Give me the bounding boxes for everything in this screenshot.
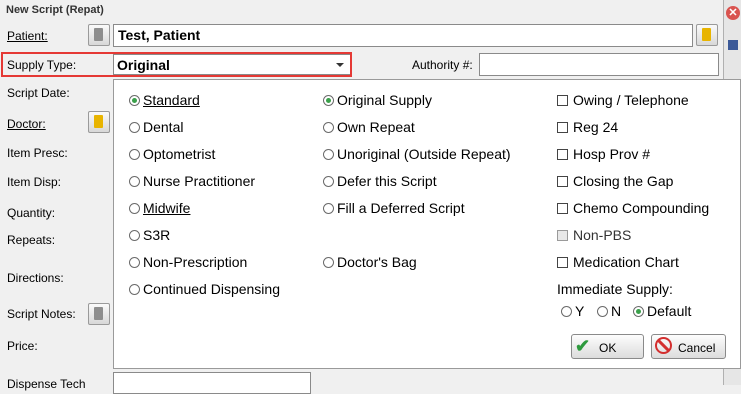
option-continued-dispensing[interactable]: Continued Dispensing <box>129 281 280 297</box>
radio-icon <box>129 203 140 214</box>
radio-icon <box>323 257 334 268</box>
option-nurse-practitioner[interactable]: Nurse Practitioner <box>129 173 255 189</box>
patient-field[interactable]: Test, Patient <box>113 24 693 47</box>
option-midwife[interactable]: Midwife <box>129 200 190 216</box>
check-closing-gap[interactable]: Closing the Gap <box>557 173 673 189</box>
directions-label: Directions: <box>7 271 64 285</box>
option-s3r[interactable]: S3R <box>129 227 170 243</box>
radio-icon <box>597 306 608 317</box>
cancel-button[interactable]: Cancel <box>651 334 726 359</box>
option-doctors-bag[interactable]: Doctor's Bag <box>323 254 417 270</box>
checkbox-icon <box>557 149 568 160</box>
side-marker-icon <box>728 40 738 50</box>
authority-label: Authority #: <box>412 58 473 72</box>
option-fill-deferred[interactable]: Fill a Deferred Script <box>323 200 465 216</box>
checkbox-icon <box>557 122 568 133</box>
item-disp-label: Item Disp: <box>7 175 62 189</box>
patient-alert-button[interactable] <box>696 24 718 46</box>
check-owing-telephone[interactable]: Owing / Telephone <box>557 92 689 108</box>
immediate-supply-default[interactable]: Default <box>633 303 691 319</box>
radio-icon <box>323 122 334 133</box>
checkmark-icon: ✔ <box>575 336 591 356</box>
immediate-supply-n[interactable]: N <box>597 303 621 319</box>
doctor-lookup-button[interactable] <box>88 111 110 133</box>
immediate-supply-y[interactable]: Y <box>561 303 584 319</box>
repeats-label: Repeats: <box>7 233 56 247</box>
doctor-book-icon <box>94 115 103 128</box>
book-icon <box>94 28 103 41</box>
radio-icon <box>129 176 140 187</box>
supply-type-dropdown-panel: Standard Dental Optometrist Nurse Practi… <box>113 79 741 369</box>
check-medication-chart[interactable]: Medication Chart <box>557 254 679 270</box>
radio-icon <box>633 306 644 317</box>
option-non-prescription[interactable]: Non-Prescription <box>129 254 247 270</box>
radio-icon <box>129 257 140 268</box>
script-date-label: Script Date: <box>7 86 70 100</box>
radio-icon <box>323 149 334 160</box>
item-presc-label: Item Presc: <box>7 146 68 160</box>
ok-button[interactable]: ✔ OK <box>571 334 644 359</box>
option-own-repeat[interactable]: Own Repeat <box>323 119 415 135</box>
quantity-label: Quantity: <box>7 206 56 220</box>
check-chemo[interactable]: Chemo Compounding <box>557 200 709 216</box>
radio-icon <box>129 95 140 106</box>
window-title: New Script (Repat) <box>6 4 104 16</box>
option-optometrist[interactable]: Optometrist <box>129 146 215 162</box>
option-defer-script[interactable]: Defer this Script <box>323 173 437 189</box>
dispense-tech-field[interactable] <box>113 372 311 394</box>
dispense-tech-label: Dispense Tech <box>7 377 86 391</box>
notes-icon <box>94 307 103 320</box>
script-notes-label: Script Notes: <box>7 307 76 321</box>
supply-type-highlight <box>1 52 352 77</box>
option-dental[interactable]: Dental <box>129 119 183 135</box>
doctor-label: Doctor: <box>7 117 46 131</box>
radio-icon <box>323 203 334 214</box>
option-unoriginal[interactable]: Unoriginal (Outside Repeat) <box>323 146 511 162</box>
price-label: Price: <box>7 339 38 353</box>
checkbox-icon <box>557 176 568 187</box>
radio-icon <box>323 176 334 187</box>
radio-icon <box>129 284 140 295</box>
script-notes-button[interactable] <box>88 303 110 325</box>
check-hosp-prov[interactable]: Hosp Prov # <box>557 146 650 162</box>
radio-icon <box>323 95 334 106</box>
checkbox-icon <box>557 95 568 106</box>
close-icon[interactable]: ✕ <box>726 6 740 20</box>
option-original-supply[interactable]: Original Supply <box>323 92 432 108</box>
checkbox-icon <box>557 203 568 214</box>
patient-lookup-button[interactable] <box>88 24 110 46</box>
check-non-pbs: Non-PBS <box>557 227 631 243</box>
radio-icon <box>129 230 140 241</box>
patient-label: Patient: <box>7 29 48 43</box>
radio-icon <box>129 149 140 160</box>
check-reg24[interactable]: Reg 24 <box>557 119 618 135</box>
checkbox-icon <box>557 257 568 268</box>
immediate-supply-label: Immediate Supply: <box>557 281 673 297</box>
radio-icon <box>561 306 572 317</box>
alert-icon <box>702 28 711 41</box>
checkbox-icon <box>557 230 568 241</box>
radio-icon <box>129 122 140 133</box>
cancel-icon <box>655 337 672 354</box>
authority-field[interactable] <box>479 53 719 76</box>
option-standard[interactable]: Standard <box>129 92 200 108</box>
